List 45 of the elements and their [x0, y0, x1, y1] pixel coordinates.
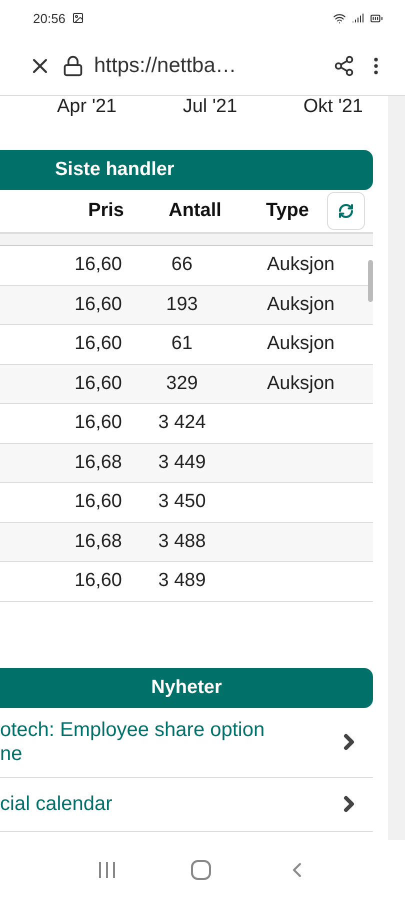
image-icon: [72, 12, 84, 24]
table-cell-text: 16,60: [73, 372, 122, 395]
table-cell-text: 329: [165, 372, 199, 395]
table-cell-text: 66: [170, 254, 194, 276]
table-cell-text: Auksjon: [266, 333, 336, 356]
table-cell-text: 16,60: [73, 412, 122, 434]
axis-label: Apr '21: [57, 96, 117, 118]
table-cell-text: 3 450: [157, 491, 207, 514]
table-cell-text: 16,60: [73, 294, 122, 316]
axis-label: Jul '21: [182, 96, 238, 118]
home-icon[interactable]: [190, 859, 212, 881]
wifi-icon: [333, 12, 346, 24]
column-header[interactable]: Antall: [124, 200, 266, 222]
news-link[interactable]: cial calendar: [0, 792, 337, 816]
table-cell-text: 16,60: [73, 570, 122, 592]
table-cell-text: 16,60: [73, 254, 122, 276]
table-cell-text: 3 489: [157, 570, 207, 592]
table-cell-text: 16,60: [73, 491, 122, 514]
refresh-button[interactable]: [327, 192, 365, 230]
column-header[interactable]: Pris: [0, 200, 124, 222]
table-cell-text: 16,68: [73, 530, 122, 553]
axis-label: Okt '21: [303, 96, 363, 118]
table-cell-text: 3 488: [157, 530, 207, 553]
recent-apps-icon[interactable]: [96, 861, 116, 879]
section-header: Nyheter: [0, 668, 373, 708]
lock-icon: [62, 54, 84, 76]
status-time: 20:56: [33, 10, 66, 26]
table-cell-text: 193: [165, 294, 199, 316]
table-cell-text: 3 424: [157, 412, 207, 434]
table-cell-text: 16,68: [73, 452, 122, 474]
section-header: Siste handler: [0, 150, 373, 190]
signal-icon: [352, 12, 364, 24]
battery-icon: [370, 12, 383, 24]
table-cell-text: 3 449: [157, 452, 207, 474]
table-cell-text: Auksjon: [266, 294, 336, 316]
share-icon[interactable]: [333, 54, 355, 76]
refresh-icon: [338, 203, 354, 219]
table-cell-text: Auksjon: [266, 372, 336, 395]
news-link[interactable]: otech: Employee share option ne: [0, 718, 337, 766]
table-cell-text: 16,60: [73, 333, 122, 356]
column-header[interactable]: Type: [266, 200, 321, 222]
url-text[interactable]: https://nettba…: [94, 54, 323, 78]
scrollbar-thumb[interactable]: [368, 260, 373, 302]
table-cell-text: 61: [170, 333, 194, 356]
table-cell-text: Auksjon: [266, 254, 336, 276]
